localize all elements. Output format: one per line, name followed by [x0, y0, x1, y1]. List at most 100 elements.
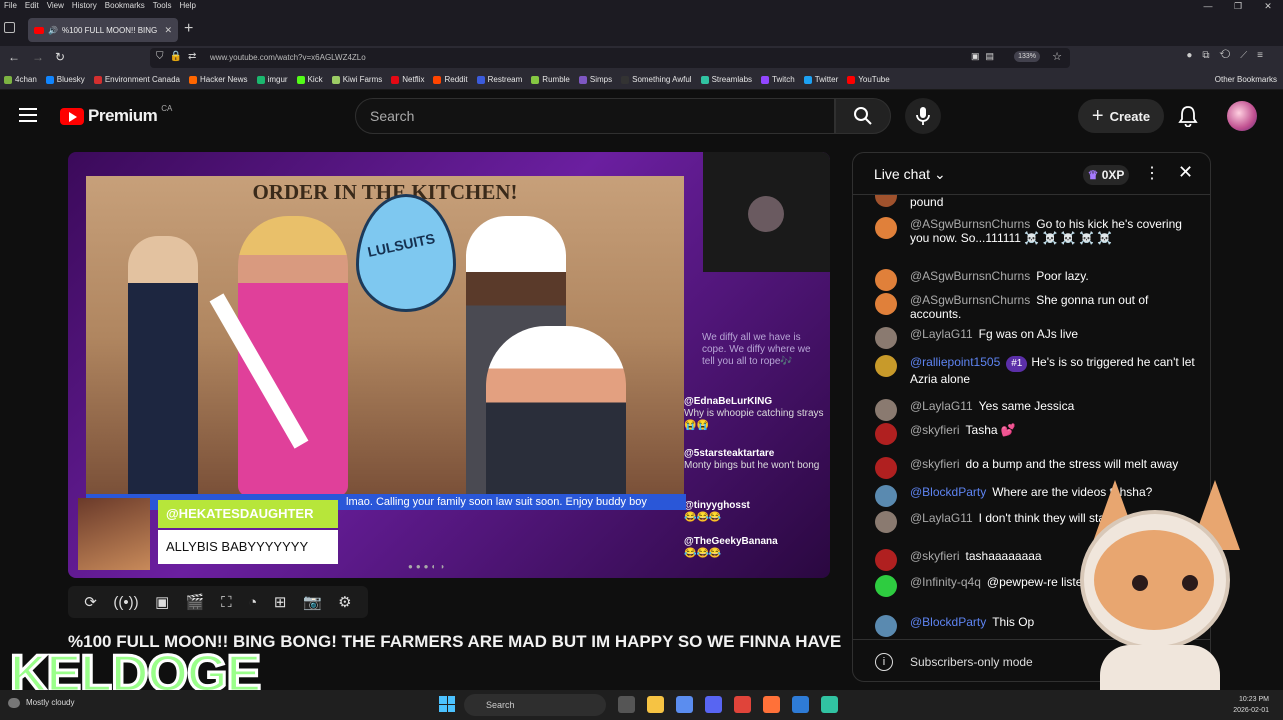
- close-chat-icon[interactable]: ✕: [1178, 162, 1193, 183]
- chat-author[interactable]: @ASgwBurnsnChurns: [910, 293, 1030, 307]
- chat-mode-selector[interactable]: Live chat ⌄: [874, 166, 946, 183]
- menu-icon[interactable]: [19, 108, 37, 122]
- chat-avatar[interactable]: [875, 327, 897, 349]
- chat-author[interactable]: @LaylaG11: [910, 511, 973, 525]
- chat-avatar[interactable]: [875, 269, 897, 291]
- bookmark-youtube[interactable]: YouTube: [847, 75, 890, 84]
- streamlabs-icon[interactable]: [821, 696, 838, 713]
- chat-message[interactable]: @skyfieri Tasha 💕: [875, 423, 1195, 445]
- firefox-icon[interactable]: [763, 696, 780, 713]
- extension-icons[interactable]: ●⧉⟲⟋≡: [1186, 50, 1273, 61]
- chat-message[interactable]: pound: [875, 195, 1195, 209]
- system-clock[interactable]: 10:23 PM 2026-02-01: [1233, 694, 1269, 716]
- chat-avatar[interactable]: [875, 485, 897, 507]
- bookmark-star-icon[interactable]: ☆: [1052, 50, 1062, 63]
- chat-message[interactable]: @ASgwBurnsnChurns Poor lazy.: [875, 269, 1195, 291]
- chat-avatar[interactable]: [875, 511, 897, 533]
- minimize-icon[interactable]: —: [1193, 0, 1223, 12]
- chat-avatar[interactable]: [875, 293, 897, 315]
- weather-widget[interactable]: Mostly cloudy: [8, 698, 74, 708]
- windows-start-icon[interactable]: [439, 696, 455, 712]
- taskbar-search[interactable]: Search: [464, 694, 606, 716]
- chat-author[interactable]: @skyfieri: [910, 423, 960, 437]
- xp-badge[interactable]: ♛ 0XP: [1083, 165, 1129, 185]
- chat-message[interactable]: @ASgwBurnsnChurns She gonna run out of ac…: [875, 293, 1195, 321]
- tab-list-icon[interactable]: [4, 22, 15, 33]
- chat-avatar[interactable]: [875, 575, 897, 597]
- picture-icon[interactable]: ▣: [155, 593, 169, 611]
- chat-author[interactable]: @skyfieri: [910, 457, 960, 471]
- chat-author[interactable]: @ASgwBurnsnChurns: [910, 269, 1030, 283]
- other-bookmarks[interactable]: Other Bookmarks: [1215, 75, 1277, 84]
- page-action-icons[interactable]: ▣▤: [971, 51, 1000, 62]
- chat-avatar[interactable]: [875, 217, 897, 239]
- chat-author[interactable]: @Infinity-q4q: [910, 575, 981, 589]
- app-icon[interactable]: [792, 696, 809, 713]
- chat-message[interactable]: @skyfieri do a bump and the stress will m…: [875, 457, 1195, 479]
- bookmark-kiwi-farms[interactable]: Kiwi Farms: [331, 75, 382, 84]
- bookmark-twitch[interactable]: Twitch: [761, 75, 795, 84]
- bookmark-bluesky[interactable]: Bluesky: [45, 75, 85, 84]
- more-options-icon[interactable]: ⋮: [1144, 163, 1160, 183]
- bookmark-4chan[interactable]: 4chan: [4, 75, 37, 84]
- bookmark-kick[interactable]: Kick: [296, 75, 323, 84]
- close-tab-icon[interactable]: ✕: [164, 25, 172, 36]
- active-tab[interactable]: 🔊 %100 FULL MOON!! BING B ✕: [28, 18, 178, 42]
- loop-icon[interactable]: ⟳: [84, 593, 97, 611]
- chat-author[interactable]: @LaylaG11: [910, 399, 973, 413]
- fullscreen-icon[interactable]: ⛶: [221, 594, 232, 611]
- task-view-icon[interactable]: [618, 696, 635, 713]
- close-window-icon[interactable]: ✕: [1253, 0, 1283, 12]
- chat-avatar[interactable]: [875, 615, 897, 637]
- settings-icon[interactable]: ⚙: [338, 593, 351, 611]
- account-avatar[interactable]: [1227, 101, 1257, 131]
- chat-avatar[interactable]: [875, 399, 897, 421]
- clip-icon[interactable]: 🎬: [186, 593, 205, 611]
- bookmark-rumble[interactable]: Rumble: [531, 75, 570, 84]
- voice-search-button[interactable]: [905, 98, 941, 134]
- address-bar[interactable]: ⛉🔒⇄ www.youtube.com/watch?v=x6AGLWZ4ZLo …: [150, 48, 1070, 68]
- bookmark-environment-canada[interactable]: Environment Canada: [93, 75, 180, 84]
- bookmark-netflix[interactable]: Netflix: [391, 75, 424, 84]
- file-explorer-icon[interactable]: [647, 696, 664, 713]
- video-player[interactable]: ORDER IN THE KITCHEN! LULSUITS We diffy …: [68, 152, 830, 578]
- discord-icon[interactable]: [705, 696, 722, 713]
- search-input[interactable]: [356, 99, 834, 133]
- chat-author[interactable]: @ralliepoint1505: [910, 355, 1000, 369]
- maximize-icon[interactable]: ❐: [1223, 0, 1253, 12]
- bookmark-streamlabs[interactable]: Streamlabs: [700, 75, 752, 84]
- chat-message[interactable]: @LaylaG11 Yes same Jessica: [875, 399, 1195, 421]
- menu-help[interactable]: Help: [175, 0, 199, 12]
- chat-avatar[interactable]: [875, 549, 897, 571]
- menu-view[interactable]: View: [43, 0, 68, 12]
- bookmark-reddit[interactable]: Reddit: [433, 75, 468, 84]
- forward-icon[interactable]: →: [32, 50, 44, 64]
- bookmark-simps[interactable]: Simps: [578, 75, 612, 84]
- menu-history[interactable]: History: [68, 0, 101, 12]
- chat-author[interactable]: @BlockdParty: [910, 615, 986, 629]
- chat-avatar[interactable]: [875, 457, 897, 479]
- speed-icon[interactable]: ◔: [248, 594, 257, 611]
- chat-message[interactable]: @LaylaG11 Fg was on AJs live: [875, 327, 1195, 349]
- reload-icon[interactable]: ↻: [55, 50, 65, 64]
- bookmark-hacker-news[interactable]: Hacker News: [188, 75, 248, 84]
- site-info-icons[interactable]: ⛉🔒⇄: [156, 51, 202, 62]
- menu-tools[interactable]: Tools: [149, 0, 176, 12]
- menu-bookmarks[interactable]: Bookmarks: [101, 0, 149, 12]
- menu-edit[interactable]: Edit: [21, 0, 43, 12]
- new-tab-icon[interactable]: +: [184, 20, 193, 38]
- back-icon[interactable]: ←: [8, 50, 20, 64]
- create-button[interactable]: + Create: [1078, 99, 1164, 133]
- live-icon[interactable]: ((•)): [113, 594, 138, 611]
- menu-file[interactable]: File: [0, 0, 21, 12]
- url-text[interactable]: www.youtube.com/watch?v=x6AGLWZ4ZLo: [210, 53, 366, 62]
- chat-avatar[interactable]: [875, 355, 897, 377]
- notifications-bell-icon[interactable]: [1178, 105, 1198, 132]
- zoom-level[interactable]: 133%: [1014, 51, 1040, 62]
- bookmark-twitter[interactable]: Twitter: [803, 75, 838, 84]
- chat-avatar[interactable]: [875, 423, 897, 445]
- chat-author[interactable]: @skyfieri: [910, 549, 960, 563]
- chat-author[interactable]: @BlockdParty: [910, 485, 986, 499]
- chat-message[interactable]: @ralliepoint1505 #1 He's is so triggered h…: [875, 355, 1195, 386]
- chat-author[interactable]: @LaylaG11: [910, 327, 973, 341]
